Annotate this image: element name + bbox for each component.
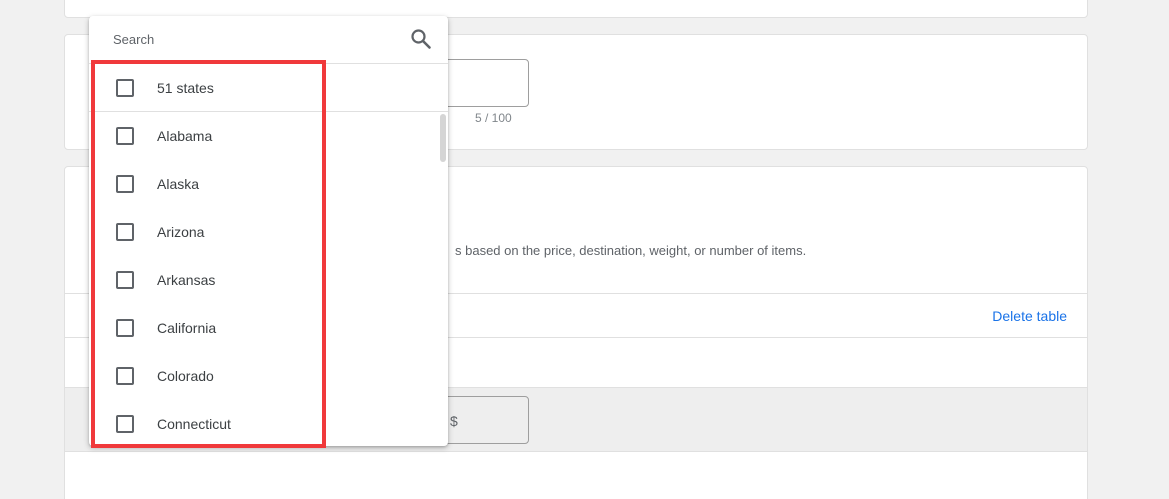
item-label: 51 states: [157, 80, 214, 96]
item-label: Alaska: [157, 176, 200, 192]
dropdown-scrollbar[interactable]: [440, 114, 446, 162]
state-list: 51 states Alabama Alaska Arizona Arkansa…: [89, 64, 448, 446]
list-item[interactable]: 51 states: [89, 64, 448, 112]
rates-description: s based on the price, destination, weigh…: [455, 243, 807, 258]
item-label: Colorado: [157, 368, 214, 384]
checkbox-unchecked-icon[interactable]: [116, 271, 134, 289]
dropdown-search-bar: [89, 16, 448, 64]
list-item[interactable]: Colorado: [89, 352, 448, 400]
list-item[interactable]: Alaska: [89, 160, 448, 208]
item-label: Connecticut: [157, 416, 231, 432]
list-item[interactable]: Connecticut: [89, 400, 448, 446]
destination-dropdown: 51 states Alabama Alaska Arizona Arkansa…: [89, 16, 448, 446]
list-item[interactable]: Alabama: [89, 112, 448, 160]
search-icon[interactable]: [409, 27, 433, 51]
item-label: Arizona: [157, 224, 205, 240]
checkbox-unchecked-icon[interactable]: [116, 223, 134, 241]
character-counter: 5 / 100: [475, 111, 512, 125]
list-item[interactable]: Arkansas: [89, 256, 448, 304]
delete-table-button[interactable]: Delete table: [992, 308, 1067, 324]
checkbox-unchecked-icon[interactable]: [116, 367, 134, 385]
checkbox-unchecked-icon[interactable]: [116, 319, 134, 337]
item-label: California: [157, 320, 217, 336]
checkbox-unchecked-icon[interactable]: [116, 175, 134, 193]
list-item[interactable]: Arizona: [89, 208, 448, 256]
checkbox-unchecked-icon[interactable]: [116, 415, 134, 433]
currency-prefix: $: [450, 413, 458, 429]
item-label: Arkansas: [157, 272, 216, 288]
search-input[interactable]: [89, 16, 389, 62]
list-item[interactable]: California: [89, 304, 448, 352]
item-label: Alabama: [157, 128, 213, 144]
checkbox-unchecked-icon[interactable]: [116, 79, 134, 97]
checkbox-unchecked-icon[interactable]: [116, 127, 134, 145]
